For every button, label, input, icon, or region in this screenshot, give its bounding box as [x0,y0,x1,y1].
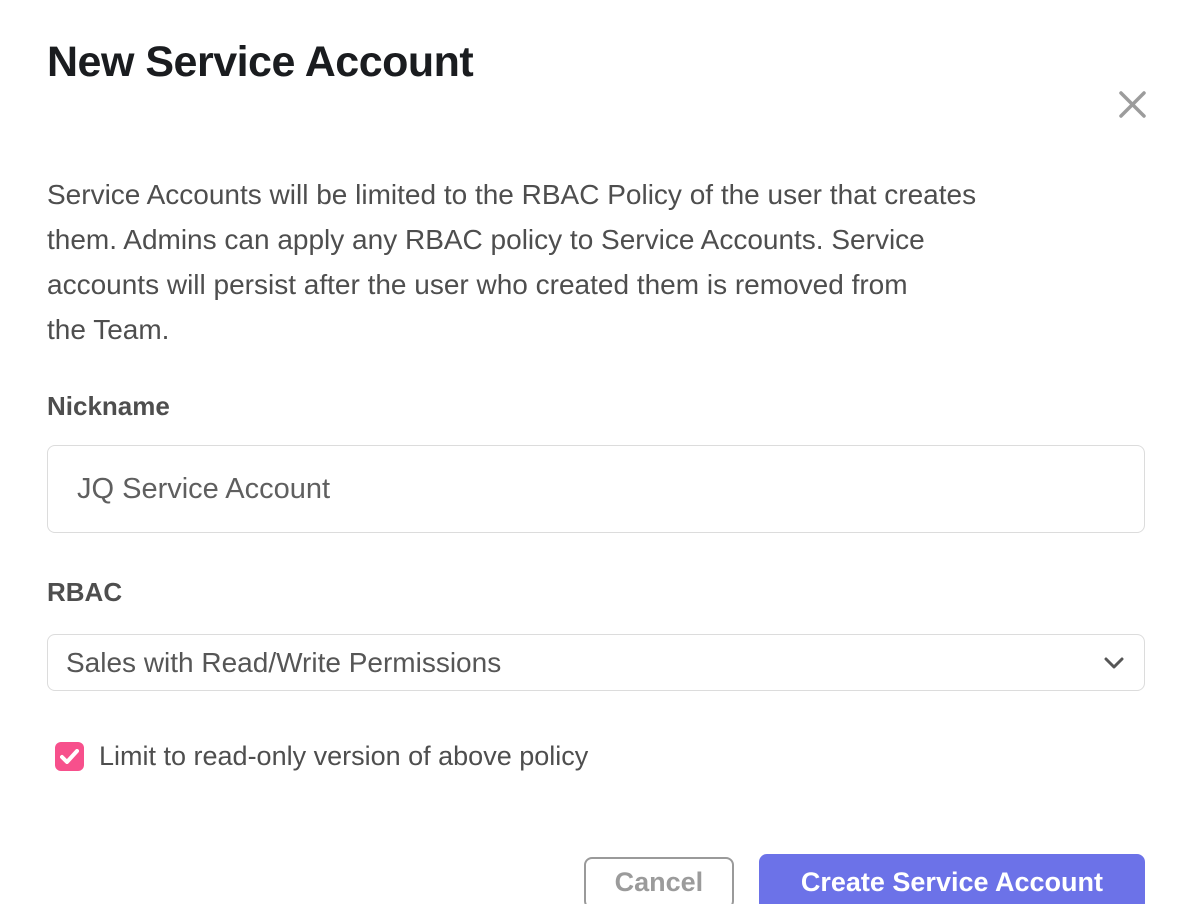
nickname-input[interactable] [47,445,1145,533]
create-service-account-button[interactable]: Create Service Account [759,854,1145,904]
new-service-account-modal: New Service Account Service Accounts wil… [0,38,1190,904]
rbac-selected-option: Sales with Read/Write Permissions [66,647,501,679]
modal-actions: Cancel Create Service Account [584,854,1145,904]
readonly-checkbox[interactable] [55,742,84,771]
modal-title: New Service Account [47,38,1145,86]
chevron-down-icon [1104,657,1124,669]
rbac-select[interactable]: Sales with Read/Write Permissions [47,634,1145,691]
close-icon [1119,91,1146,118]
readonly-checkbox-label: Limit to read-only version of above poli… [99,741,588,772]
checkmark-icon [60,749,79,764]
cancel-button[interactable]: Cancel [584,857,734,904]
modal-description: Service Accounts will be limited to the … [47,172,1145,352]
readonly-checkbox-row[interactable]: Limit to read-only version of above poli… [47,741,1145,772]
rbac-label: RBAC [47,577,1145,607]
close-button[interactable] [1112,84,1152,124]
nickname-label: Nickname [47,391,1145,421]
